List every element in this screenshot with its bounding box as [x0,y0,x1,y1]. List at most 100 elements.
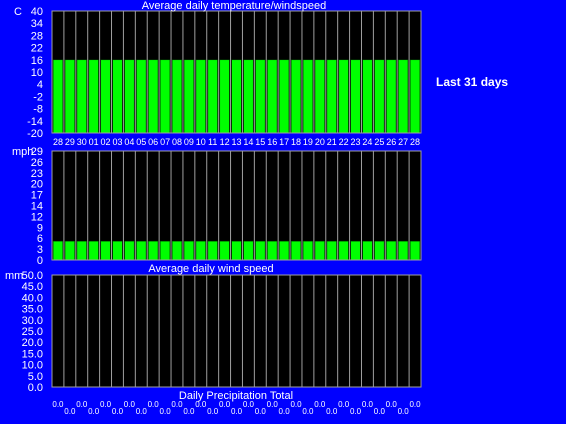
precip-value-label: 0.0 [255,407,267,416]
bar [290,59,302,134]
y-tick-label: 22 [31,43,43,55]
x-tick-label: 25 [374,137,384,147]
precip-value-label: 0.0 [195,400,207,409]
bar [374,240,385,261]
bar [267,240,278,261]
x-tick-label: 18 [291,137,301,147]
x-tick-label: 02 [101,137,111,147]
bar [124,240,135,261]
bar [160,240,171,261]
bar [112,240,123,261]
bar [279,240,290,261]
precip-value-label: 0.0 [338,400,350,409]
precip-value-label: 0.0 [290,400,302,409]
plot-area-3 [52,275,421,387]
x-tick-label: 30 [77,137,87,147]
y-tick-label: 10 [31,67,43,79]
chart-title: Average daily wind speed [148,263,273,275]
bar [52,240,64,261]
x-tick-label: 24 [362,137,372,147]
bar [314,240,325,261]
bar [255,59,266,134]
precip-value-label: 0.0 [88,407,100,416]
bar [195,240,206,261]
bar [88,59,99,134]
bar [136,240,147,261]
bar [88,240,99,261]
precip-value-label: 0.0 [148,400,160,409]
bar [362,240,373,261]
bar [409,59,421,134]
precip-value-label: 0.0 [398,407,410,416]
y-tick-label: 4 [37,79,43,91]
bar [64,240,75,261]
x-tick-label: 28 [53,137,63,147]
precip-value-label: 0.0 [219,400,231,409]
y-axis-unit: mm [5,270,23,282]
bar [76,240,87,261]
x-tick-label: 16 [267,137,277,147]
x-tick-label: 10 [196,137,206,147]
bar [267,59,278,134]
y-tick-label: 30.0 [22,315,43,327]
y-tick-label: 15.0 [22,348,43,360]
y-tick-label: 34 [31,18,43,30]
bar [398,59,409,134]
precip-value-label: 0.0 [171,400,183,409]
y-tick-label: 0.0 [28,382,43,394]
precip-value-label: 0.0 [52,400,64,409]
bar [398,240,409,261]
bar [338,240,349,261]
bar [326,59,337,134]
y-tick-label: -14 [27,116,43,128]
bar [231,59,242,134]
precip-value-label: 0.0 [100,400,112,409]
precip-value-label: 0.0 [112,407,124,416]
y-tick-label: -20 [27,128,43,140]
precip-value-label: 0.0 [350,407,362,416]
precip-value-label: 0.0 [374,407,386,416]
x-tick-label: 19 [303,137,313,147]
bar [231,240,242,261]
precip-value-label: 0.0 [243,400,255,409]
x-tick-label: 27 [398,137,408,147]
bar [171,240,183,261]
y-tick-label: 40.0 [22,292,43,304]
y-axis-unit: C [14,6,22,18]
precip-value-label: 0.0 [326,407,338,416]
bar [148,240,159,261]
y-tick-label: 10.0 [22,360,43,372]
bar [112,59,123,134]
precip-value-label: 0.0 [124,400,136,409]
bar [350,240,361,261]
bar [326,240,337,261]
bar [314,59,325,134]
x-tick-label: 13 [231,137,241,147]
y-tick-label: 16 [31,55,43,67]
y-tick-label: 40 [31,6,43,18]
y-axis-unit: mph [12,146,33,158]
x-tick-label: 23 [351,137,361,147]
x-tick-label: 12 [220,137,230,147]
x-tick-label: 17 [279,137,289,147]
bar [100,240,111,261]
bar [386,240,397,261]
bar [219,240,230,261]
precip-value-label: 0.0 [64,407,76,416]
bar [243,240,254,261]
x-tick-label: 08 [172,137,182,147]
y-tick-label: 28 [31,30,43,42]
bar [183,59,194,134]
x-tick-label: 05 [136,137,146,147]
precip-value-label: 0.0 [279,407,291,416]
y-tick-label: -8 [33,104,43,116]
y-tick-label: -2 [33,91,43,103]
bar [183,240,194,261]
precip-value-label: 0.0 [267,400,279,409]
x-tick-label: 15 [255,137,265,147]
bar [374,59,385,134]
x-tick-label: 07 [160,137,170,147]
precip-value-label: 0.0 [302,407,314,416]
precip-value-label: 0.0 [409,400,421,409]
precip-value-label: 0.0 [76,400,88,409]
